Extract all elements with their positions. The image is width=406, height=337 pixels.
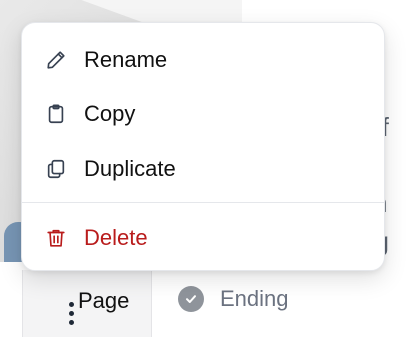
duplicate-icon bbox=[44, 157, 68, 181]
menu-divider bbox=[22, 202, 384, 203]
menu-item-duplicate[interactable]: Duplicate bbox=[22, 144, 384, 194]
context-menu: Rename Copy Duplicate Delete bbox=[21, 22, 385, 271]
menu-item-label: Rename bbox=[84, 47, 168, 72]
menu-item-label: Delete bbox=[84, 225, 148, 250]
clipboard-icon bbox=[44, 102, 68, 126]
menu-item-label: Copy bbox=[84, 101, 136, 126]
menu-item-copy[interactable]: Copy bbox=[22, 89, 384, 139]
pencil-icon bbox=[44, 48, 68, 72]
page-tab-bar: Page Ending bbox=[0, 270, 406, 337]
check-circle-icon bbox=[178, 286, 204, 312]
tab-ending-label: Ending bbox=[220, 286, 289, 311]
trash-icon bbox=[44, 226, 68, 250]
tab-ending[interactable]: Ending bbox=[178, 284, 289, 314]
more-vertical-icon[interactable] bbox=[67, 302, 77, 330]
menu-item-delete[interactable]: Delete bbox=[22, 213, 384, 263]
tab-page[interactable]: Page bbox=[78, 288, 129, 314]
menu-item-label: Duplicate bbox=[84, 156, 176, 181]
menu-item-rename[interactable]: Rename bbox=[22, 35, 384, 85]
